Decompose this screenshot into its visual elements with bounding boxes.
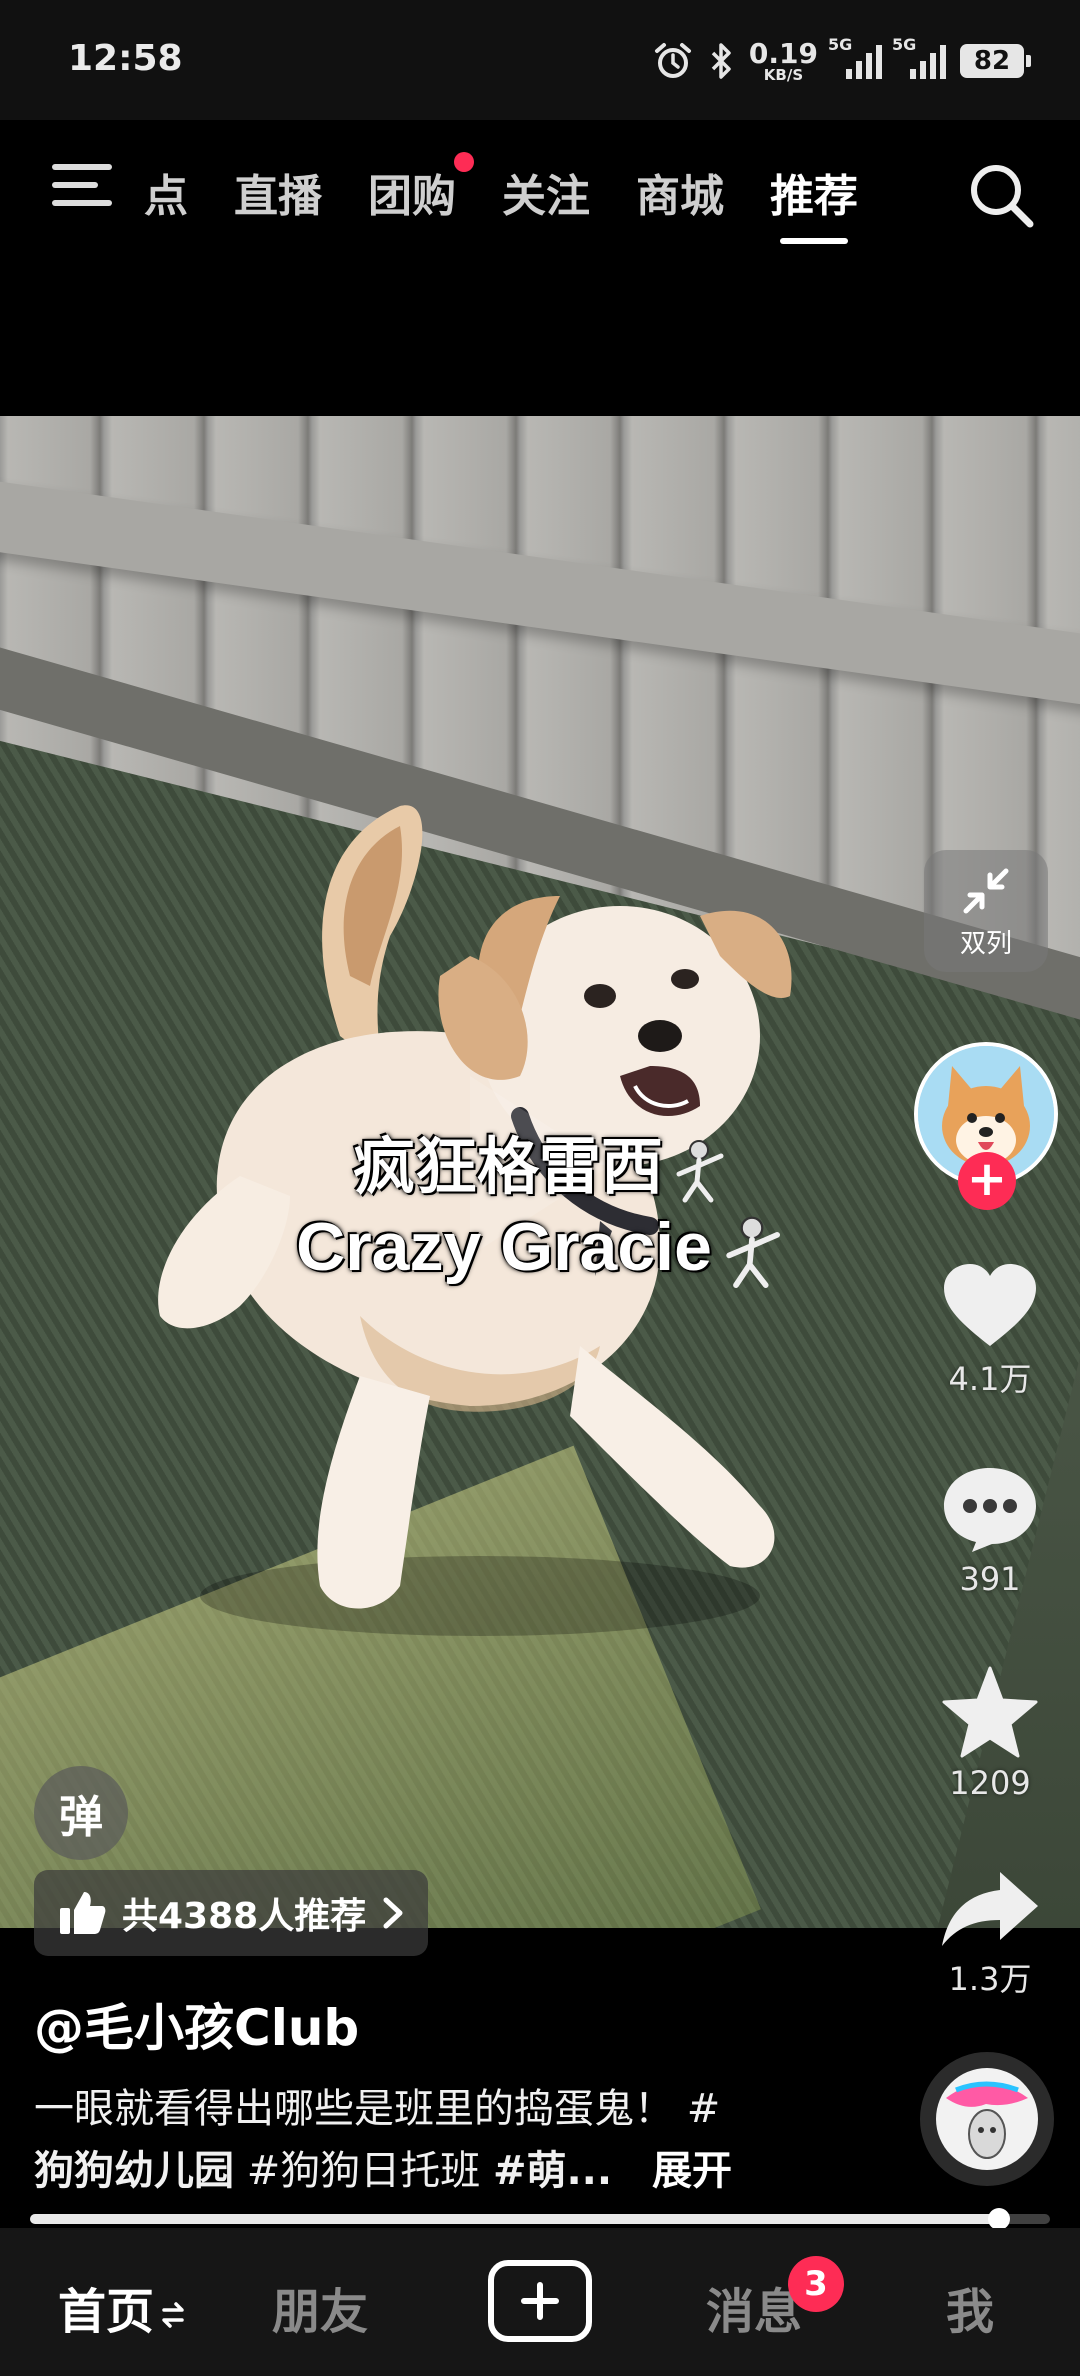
chevron-right-icon [383, 1897, 403, 1929]
share-button[interactable]: 1.3万 [920, 1868, 1060, 2000]
network-speed: 0.19 KB/S [748, 36, 818, 84]
share-arrow-icon [942, 1872, 1038, 1946]
feed-tabs: 点 直播 团购 关注 商城 推荐 [144, 152, 904, 244]
comment-button[interactable]: 391 [920, 1464, 1060, 1598]
tab-recommend[interactable]: 推荐 [770, 160, 858, 244]
menu-icon[interactable] [52, 162, 112, 208]
danmu-toggle-button[interactable]: 弹 [34, 1766, 128, 1860]
plus-icon [521, 2282, 559, 2320]
music-disc[interactable] [920, 2052, 1054, 2186]
notification-dot [454, 152, 474, 172]
favorite-count: 1209 [949, 1764, 1031, 1802]
status-bar: 12:58 0.19 KB/S 5G 5G 82 [0, 0, 1080, 120]
follow-button[interactable]: + [958, 1152, 1016, 1210]
status-time: 12:58 [68, 38, 183, 79]
fencer-icon [676, 1139, 724, 1203]
video-caption-en-text: Crazy Gracie [296, 1209, 712, 1285]
bluetooth-icon [711, 43, 731, 79]
thumbs-up-icon [60, 1892, 106, 1934]
danmu-label: 弹 [59, 1792, 103, 1843]
nav-home-label: 首页 [58, 2284, 155, 2340]
progress-fill [30, 2214, 999, 2224]
description-line-2: 狗狗幼儿园 #狗狗日托班 #萌... 展开 [34, 2140, 894, 2202]
collapse-arrows-icon [963, 868, 1009, 913]
battery-icon: 82 [960, 44, 1031, 78]
post-description[interactable]: 一眼就看得出哪些是班里的捣蛋鬼！ # 狗狗幼儿园 #狗狗日托班 #萌... 展开 [34, 2078, 894, 2202]
signal-icon: 5G [828, 35, 882, 79]
favorite-button[interactable]: 1209 [920, 1666, 1060, 1802]
like-button[interactable]: 4.1万 [920, 1262, 1060, 1400]
album-cover-image [936, 2068, 1038, 2170]
video-caption-cn-text: 疯狂格雷西 [352, 1130, 663, 1203]
double-column-button[interactable]: 双列 [924, 850, 1048, 972]
status-icons: 0.19 KB/S 5G 5G 82 [653, 35, 1031, 86]
top-nav: 点 直播 团购 关注 商城 推荐 [0, 120, 1080, 270]
fencer-icon-2 [726, 1216, 780, 1289]
expand-button[interactable]: 展开 [652, 2148, 732, 2194]
hashtag-cute[interactable]: #萌... [493, 2148, 612, 2194]
nav-home[interactable]: 首页 [58, 2272, 186, 2342]
tab-live[interactable]: 直播 [234, 160, 322, 222]
video-caption-en: Crazy Gracie [0, 1208, 1080, 1290]
video-player[interactable]: 双列 疯狂格雷西 Crazy Gracie [0, 416, 1080, 1928]
recommend-bar[interactable]: 共4388人推荐 [34, 1870, 429, 1956]
tab-following[interactable]: 关注 [502, 160, 590, 222]
nav-me[interactable]: 我 [946, 2272, 994, 2342]
alarm-icon [654, 43, 691, 78]
bottom-nav: 首页 朋友 消息 3 我 [0, 2228, 1080, 2376]
signal-icon-2: 5G [892, 35, 946, 79]
create-post-button[interactable] [488, 2260, 592, 2342]
messages-badge: 3 [788, 2256, 844, 2312]
like-count: 4.1万 [948, 1360, 1032, 1398]
hashtag-dog-daycare[interactable]: #狗狗日托班 [234, 2148, 493, 2194]
tab-group-buy-label: 团购 [368, 171, 456, 222]
star-icon [942, 1666, 1038, 1758]
video-progress-bar[interactable] [30, 2208, 1050, 2230]
tab-group-buy[interactable]: 团购 [368, 152, 474, 222]
comment-icon [944, 1468, 1036, 1552]
author-name[interactable]: @毛小孩Club [34, 1988, 359, 2060]
search-icon[interactable] [966, 160, 1036, 230]
comment-count: 391 [959, 1560, 1021, 1598]
share-count: 1.3万 [948, 1960, 1032, 1998]
tab-hot[interactable]: 点 [144, 160, 188, 222]
hashtag-dog-kindergarten[interactable]: 狗狗幼儿园 [34, 2148, 234, 2194]
tab-mall[interactable]: 商城 [636, 160, 724, 222]
recommend-count-label: 共4388人推荐 [122, 1896, 367, 1937]
nav-friends[interactable]: 朋友 [272, 2272, 368, 2342]
swap-icon [162, 2302, 184, 2328]
heart-icon [944, 1264, 1036, 1346]
double-column-label: 双列 [959, 928, 1012, 959]
progress-handle[interactable] [988, 2208, 1010, 2230]
description-line-1: 一眼就看得出哪些是班里的捣蛋鬼！ # [34, 2086, 721, 2132]
